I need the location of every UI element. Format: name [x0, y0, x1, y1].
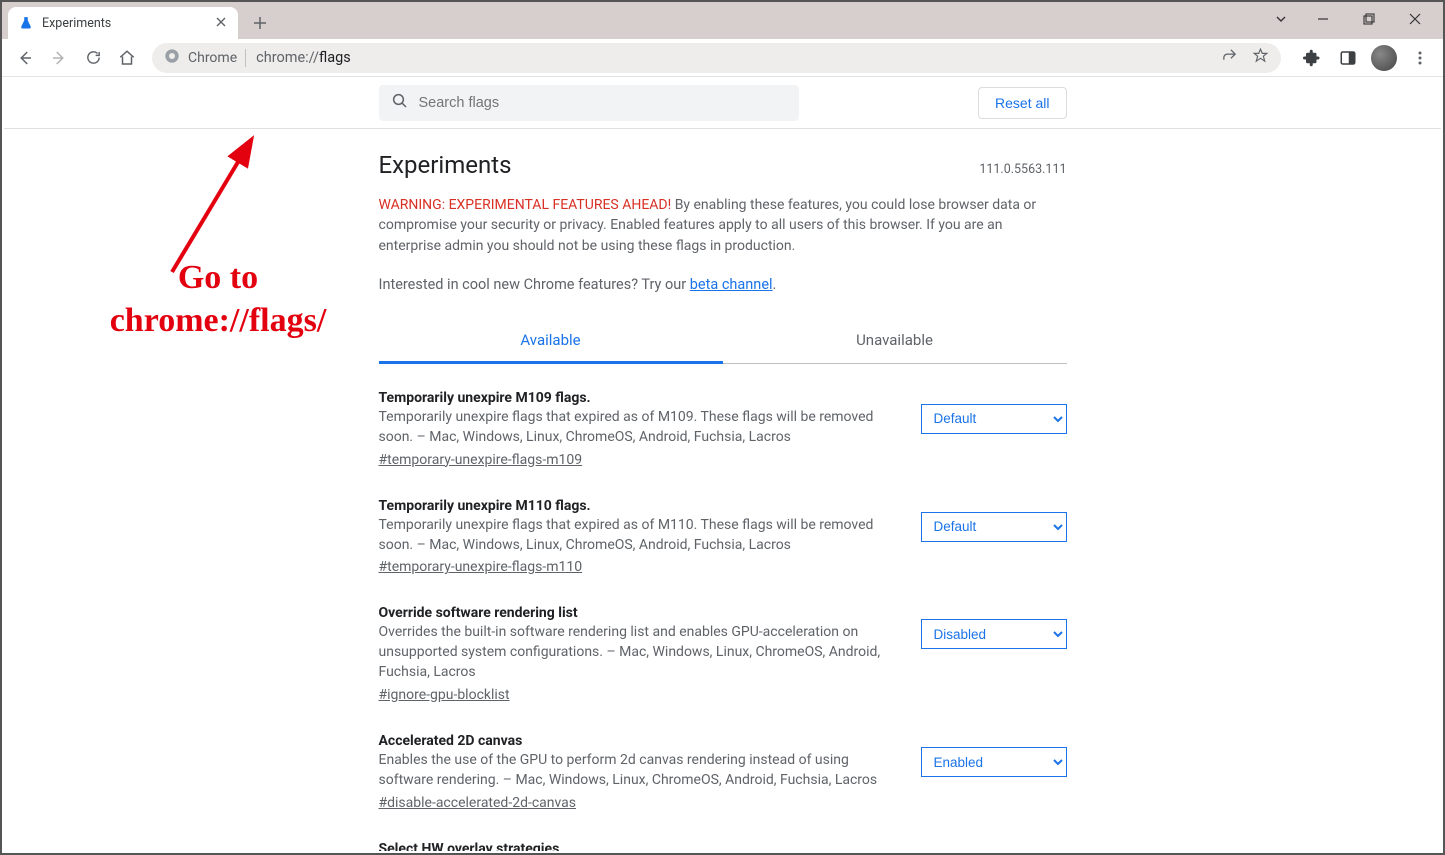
- site-info[interactable]: Chrome: [164, 48, 246, 68]
- chrome-icon: [164, 48, 180, 68]
- flag-anchor-link[interactable]: #temporary-unexpire-flags-m109: [379, 452, 583, 468]
- home-button[interactable]: [112, 43, 142, 73]
- profile-avatar[interactable]: [1369, 43, 1399, 73]
- address-bar[interactable]: Chrome chrome://flags: [152, 43, 1281, 73]
- flag-description: Enables the use of the GPU to perform 2d…: [379, 751, 897, 791]
- flag-title: Temporarily unexpire M110 flags.: [379, 498, 897, 514]
- close-tab-icon[interactable]: [214, 13, 228, 33]
- flag-title: Temporarily unexpire M109 flags.: [379, 390, 897, 406]
- menu-button[interactable]: [1405, 43, 1435, 73]
- flag-row: Temporarily unexpire M110 flags. Temporar…: [379, 472, 1067, 580]
- tab-search-button[interactable]: [1263, 4, 1299, 34]
- search-input[interactable]: [419, 95, 787, 111]
- flag-description: Temporarily unexpire flags that expired …: [379, 516, 897, 556]
- flag-select[interactable]: DefaultEnabledDisabled: [921, 619, 1067, 649]
- tab-unavailable[interactable]: Unavailable: [723, 319, 1067, 364]
- flag-select[interactable]: DefaultEnabledDisabled: [921, 512, 1067, 542]
- flags-tabs: Available Unavailable: [379, 319, 1067, 364]
- tab-title: Experiments: [42, 16, 206, 31]
- flag-description: Temporarily unexpire flags that expired …: [379, 408, 897, 448]
- flag-title: Accelerated 2D canvas: [379, 733, 897, 749]
- share-icon[interactable]: [1221, 47, 1238, 68]
- beta-channel-link[interactable]: beta channel: [690, 276, 773, 293]
- bookmark-icon[interactable]: [1252, 47, 1269, 68]
- flag-description: Overrides the built-in software renderin…: [379, 623, 897, 683]
- flag-anchor-link[interactable]: #disable-accelerated-2d-canvas: [379, 795, 577, 811]
- close-window-button[interactable]: [1393, 4, 1437, 34]
- page-title: Experiments: [379, 151, 512, 179]
- tab-available[interactable]: Available: [379, 319, 723, 364]
- url-chip: Chrome: [188, 50, 237, 66]
- flag-select[interactable]: DefaultEnabledDisabled: [921, 747, 1067, 777]
- window-controls: [1263, 2, 1437, 36]
- reload-button[interactable]: [78, 43, 108, 73]
- divider: [245, 49, 246, 67]
- warning-text: WARNING: EXPERIMENTAL FEATURES AHEAD! By…: [379, 195, 1067, 256]
- flag-select[interactable]: DefaultEnabledDisabled: [921, 404, 1067, 434]
- search-icon: [391, 92, 409, 114]
- extensions-button[interactable]: [1297, 43, 1327, 73]
- version-label: 111.0.5563.111: [979, 162, 1066, 177]
- flags-header-bar: Reset all: [4, 77, 1441, 129]
- maximize-button[interactable]: [1347, 4, 1391, 34]
- side-panel-button[interactable]: [1333, 43, 1363, 73]
- minimize-button[interactable]: [1301, 4, 1345, 34]
- new-tab-button[interactable]: [246, 9, 274, 37]
- flag-title: Override software rendering list: [379, 605, 897, 621]
- reset-all-button[interactable]: Reset all: [978, 87, 1066, 119]
- browser-tab[interactable]: Experiments: [8, 7, 238, 39]
- flag-row: Temporarily unexpire M109 flags. Temporar…: [379, 364, 1067, 472]
- flag-row: Override software rendering list Override…: [379, 579, 1067, 707]
- url-text: chrome://flags: [256, 49, 351, 66]
- flag-title: Select HW overlay strategies: [379, 841, 1067, 851]
- flask-icon: [18, 15, 34, 31]
- flag-anchor-link[interactable]: #ignore-gpu-blocklist: [379, 687, 510, 703]
- browser-toolbar: Chrome chrome://flags: [2, 39, 1443, 77]
- forward-button[interactable]: [44, 43, 74, 73]
- search-flags-box[interactable]: [379, 85, 799, 121]
- beta-line: Interested in cool new Chrome features? …: [379, 276, 1067, 293]
- page-content[interactable]: Reset all Experiments 111.0.5563.111 WAR…: [4, 77, 1441, 851]
- flag-row: Accelerated 2D canvas Enables the use of …: [379, 707, 1067, 815]
- titlebar: Experiments: [2, 2, 1443, 39]
- back-button[interactable]: [10, 43, 40, 73]
- flag-anchor-link[interactable]: #temporary-unexpire-flags-m110: [379, 559, 583, 575]
- flag-row: Select HW overlay strategies: [379, 815, 1067, 851]
